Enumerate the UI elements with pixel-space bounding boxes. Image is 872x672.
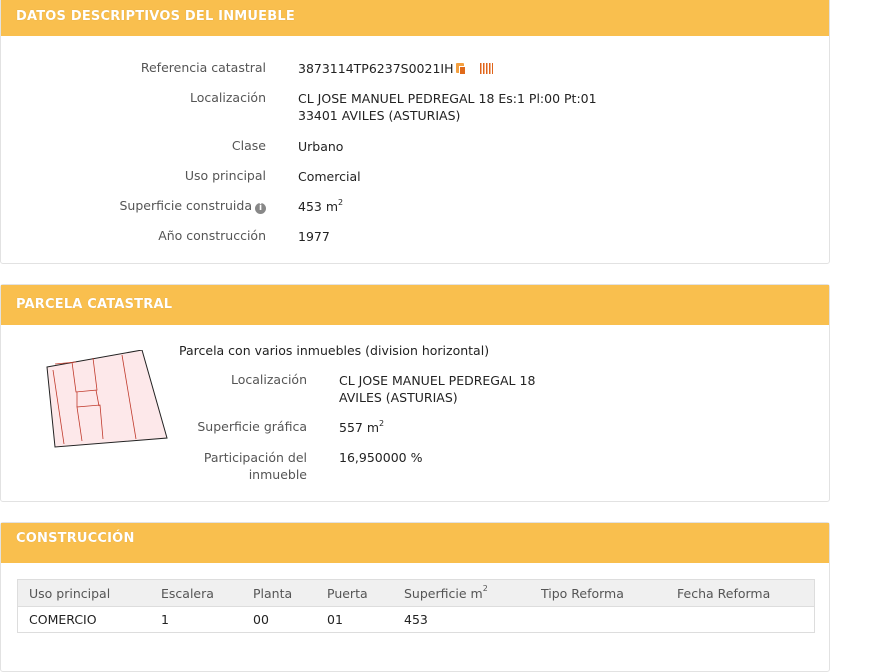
cell-planta: 00 (253, 612, 269, 627)
superficie-construida-number: 453 m (298, 199, 339, 214)
construccion-title: CONSTRUCCIÓN (1, 523, 829, 563)
copy-icon[interactable] (455, 63, 466, 75)
ref-catastral-value: 3873114TP6237S0021IH (298, 60, 493, 77)
ref-catastral-label: Referencia catastral (140, 60, 266, 75)
parcel-map[interactable] (45, 350, 175, 456)
ref-catastral-text: 3873114TP6237S0021IH (298, 61, 454, 76)
parcela-localizacion-line2: AVILES (ASTURIAS) (339, 390, 458, 405)
superficie-grafica-value: 557 m2 (339, 419, 384, 436)
datos-descriptivos-panel: DATOS DESCRIPTIVOS DEL INMUEBLE Referenc… (0, 0, 830, 264)
barcode-icon[interactable] (479, 63, 493, 74)
parcela-description: Parcela con varios inmuebles (division h… (179, 343, 490, 358)
participacion-value: 16,950000 % (339, 450, 423, 465)
col-superficie: Superficie m2 (393, 579, 530, 607)
cell-uso: COMERCIO (29, 612, 97, 627)
parcela-localizacion-value: CL JOSE MANUEL PEDREGAL 18 AVILES (ASTUR… (339, 372, 535, 406)
col-fecha-reforma: Fecha Reforma (666, 579, 815, 607)
col-superficie-exponent: 2 (482, 584, 488, 594)
superficie-construida-text: Superficie construida (119, 198, 253, 213)
localizacion-label: Localización (189, 90, 266, 105)
superficie-construida-label: Superficie construida i (119, 198, 266, 214)
participacion-label-line1: Participación del (203, 450, 307, 465)
col-planta: Planta (242, 579, 316, 607)
parcela-catastral-panel: PARCELA CATASTRAL Parcela con varios inm… (0, 284, 830, 502)
participacion-label: Participación del inmueble (204, 449, 307, 483)
participacion-label-line2: inmueble (248, 467, 307, 482)
info-icon[interactable]: i (255, 203, 266, 214)
uso-principal-label: Uso principal (184, 168, 266, 183)
parcela-localizacion-line1: CL JOSE MANUEL PEDREGAL 18 (339, 373, 536, 388)
construccion-panel: CONSTRUCCIÓN Uso principal Escalera Plan… (0, 522, 830, 672)
superficie-grafica-number: 557 m (339, 420, 380, 435)
localizacion-value: CL JOSE MANUEL PEDREGAL 18 Es:1 Pl:00 Pt… (298, 90, 597, 124)
construccion-table: Uso principal Escalera Planta Puerta Sup… (17, 579, 815, 633)
cell-escalera: 1 (161, 612, 169, 627)
cell-fecha-reforma (666, 607, 815, 633)
col-superficie-text: Superficie m (404, 585, 483, 601)
localizacion-line1: CL JOSE MANUEL PEDREGAL 18 Es:1 Pl:00 Pt… (298, 91, 597, 106)
col-tipo-reforma: Tipo Reforma (530, 579, 666, 607)
clase-value: Urbano (298, 139, 344, 154)
cell-tipo-reforma (530, 607, 666, 633)
superficie-construida-value: 453 m2 (298, 198, 343, 215)
table-header-row: Uso principal Escalera Planta Puerta Sup… (17, 579, 815, 607)
col-puerta: Puerta (316, 579, 393, 607)
localizacion-line2: 33401 AVILES (ASTURIAS) (298, 108, 461, 123)
anio-construccion-value: 1977 (298, 229, 330, 244)
superficie-grafica-label: Superficie gráfica (197, 419, 307, 434)
uso-principal-value: Comercial (298, 169, 361, 184)
parcel-outline (46, 350, 168, 448)
anio-construccion-label: Año construcción (158, 228, 266, 243)
parcela-localizacion-label: Localización (230, 372, 307, 387)
table-row[interactable]: COMERCIO 1 00 01 453 (18, 607, 815, 633)
datos-descriptivos-title: DATOS DESCRIPTIVOS DEL INMUEBLE (1, 0, 829, 36)
superficie-grafica-exponent: 2 (379, 418, 385, 428)
cell-puerta: 01 (327, 612, 343, 627)
col-escalera: Escalera (150, 579, 242, 607)
clase-label: Clase (231, 138, 266, 153)
parcela-catastral-title: PARCELA CATASTRAL (1, 285, 829, 325)
superficie-exponent: 2 (338, 197, 344, 207)
cell-superficie: 453 (404, 612, 428, 627)
col-uso-principal: Uso principal (17, 579, 150, 607)
